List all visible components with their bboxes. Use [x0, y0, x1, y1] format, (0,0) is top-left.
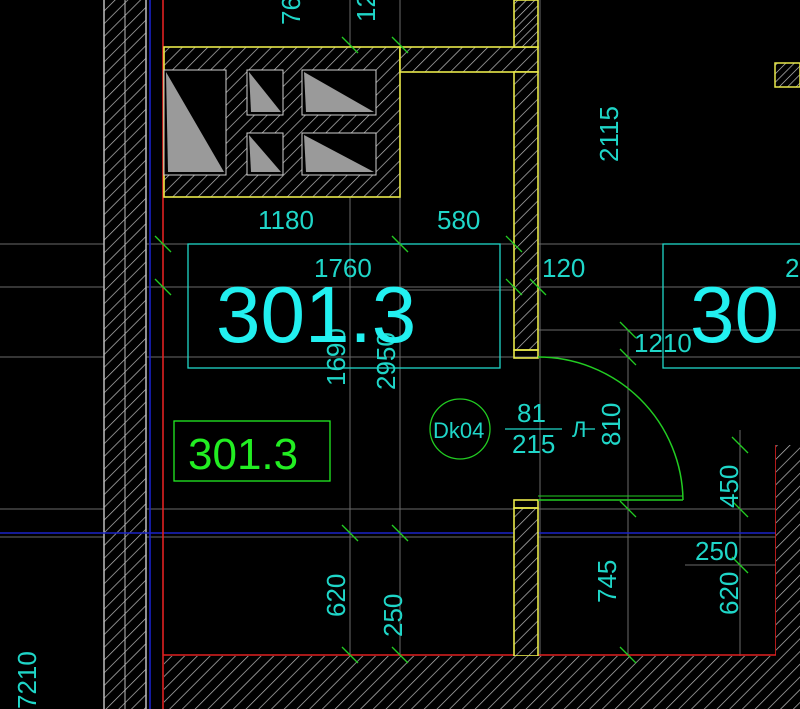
door-side: Л	[572, 417, 586, 442]
dim-250-bottom: 250	[378, 594, 408, 637]
dim-250-right: 250	[695, 536, 738, 566]
dim-620-left: 620	[321, 574, 351, 617]
floor-plan-canvas: 76 12 2115 1180 580 1760 120 1690 2950 1…	[0, 0, 800, 709]
dim-450: 450	[714, 465, 744, 508]
dim-620-right: 620	[714, 572, 744, 615]
dim-745: 745	[592, 560, 622, 603]
dim-1180: 1180	[258, 205, 314, 235]
dim-top-12: 12	[351, 0, 381, 22]
dim-580: 580	[437, 205, 480, 235]
dim-120: 120	[542, 253, 585, 283]
dim-1210: 1210	[634, 328, 692, 358]
room-tag: 301.3	[188, 430, 298, 479]
door-code: Dk04	[433, 418, 484, 443]
room-top-right-partial: 2	[785, 253, 799, 283]
door-width: 81	[517, 398, 546, 428]
dim-810: 810	[596, 403, 626, 446]
door-height: 215	[512, 429, 555, 459]
room-label-main: 301.3	[216, 270, 416, 359]
exterior-wall-left	[103, 0, 147, 709]
dim-2115: 2115	[594, 106, 624, 162]
ventilation-shaft	[163, 46, 401, 198]
dim-7210: 7210	[12, 651, 42, 709]
room-label-right-partial: 30	[690, 270, 779, 359]
small-column-icon	[774, 62, 800, 88]
dim-top-76: 76	[276, 0, 306, 25]
interior-walls	[399, 0, 539, 657]
bottom-wall	[164, 445, 800, 709]
